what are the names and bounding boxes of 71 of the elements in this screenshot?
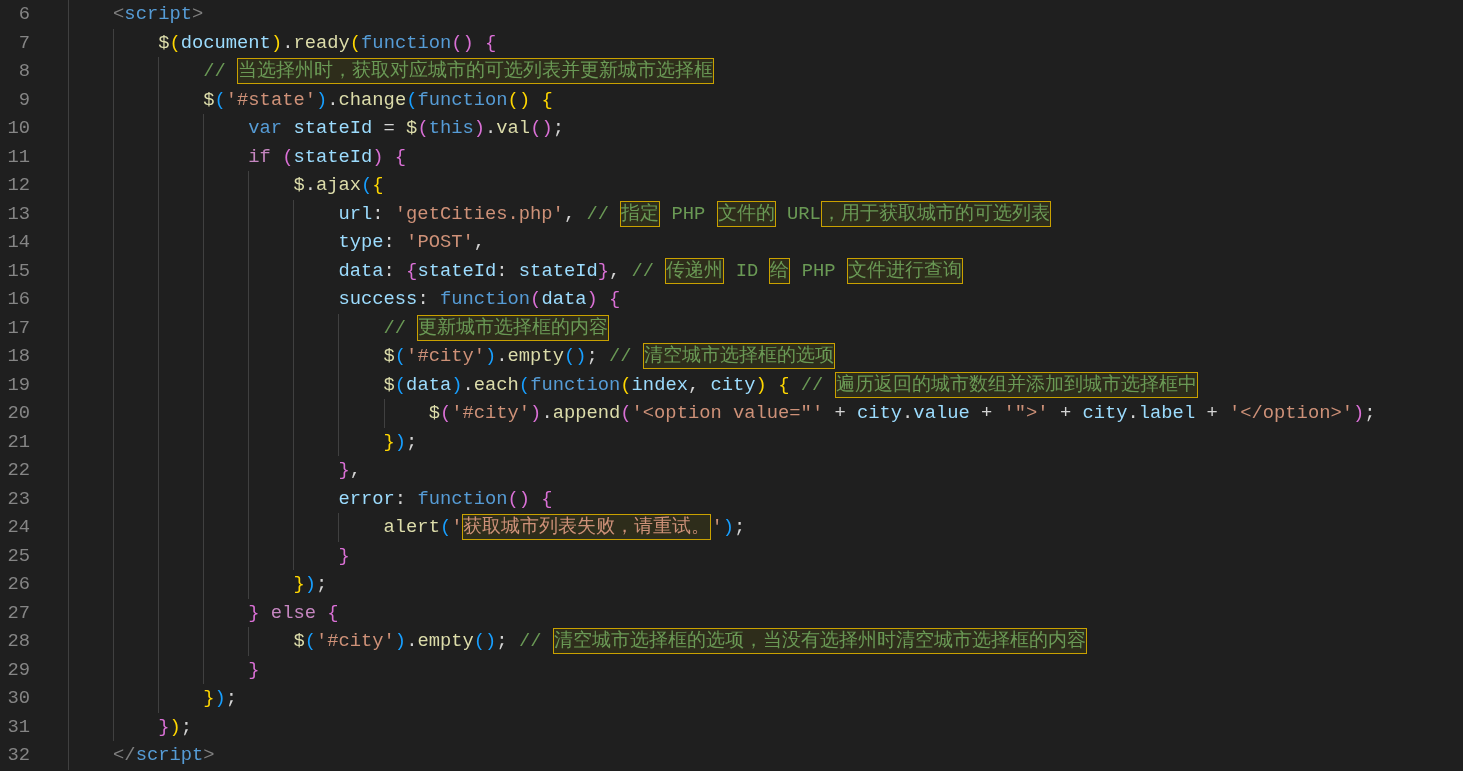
code-text: '); [711,515,746,541]
highlighted-comment: 遍历返回的城市数组并添加到城市选择框中 [834,371,1198,398]
line-number: 10 [6,116,30,142]
highlighted-string: 获取城市列表失败，请重试。 [462,514,712,541]
code-text: <script> [113,2,204,28]
code-text: ID [734,258,760,284]
line-number: 27 [6,600,30,626]
code-text: type: 'POST', [338,230,485,256]
line-number: 26 [6,572,30,598]
highlighted-comment: 清空城市选择框的选项，当没有选择州时清空城市选择框的内容 [552,628,1087,655]
code-text: var stateId = $(this).val(); [248,116,564,142]
line-number: 17 [6,315,30,341]
line-number: 8 [17,59,30,85]
line-number: 16 [6,287,30,313]
code-text: $(data).each(function(index, city) { // [383,372,825,398]
line-number: 9 [17,87,30,113]
code-text: PHP [800,258,837,284]
line-number: 14 [6,230,30,256]
code-text: error: function() { [338,486,553,512]
line-number: 23 [6,486,30,512]
line-number: 24 [6,515,30,541]
code-text: $('#city').empty(); // [293,629,543,655]
code-text: } else { [248,600,339,626]
line-number: 11 [6,144,30,170]
line-number: 12 [6,173,30,199]
line-number: 28 [6,629,30,655]
code-text: url: 'getCities.php', // [338,201,610,227]
line-number: 25 [6,543,30,569]
code-text: $('#state').change(function() { [203,87,553,113]
code-text: // [203,59,227,85]
code-text: } [248,657,260,683]
code-text: }); [293,572,328,598]
code-text: $(document).ready(function() { [158,30,497,56]
code-text: </script> [113,743,215,769]
line-number: 18 [6,344,30,370]
line-number: 29 [6,657,30,683]
code-text: success: function(data) { [338,287,621,313]
code-text: $('#city').empty(); // [383,344,633,370]
highlighted-comment: ，用于获取城市的可选列表 [820,200,1051,227]
highlighted-comment: 清空城市选择框的选项 [642,343,835,370]
highlighted-comment: 给 [769,257,791,284]
code-text: $('#city').append('<option value="' + city.value + '">' + city.label + '</option>'); [428,401,1376,427]
line-number: 31 [6,714,30,740]
highlighted-comment: 更新城市选择框的内容 [417,314,610,341]
code-text: }); [203,686,238,712]
highlighted-comment: 文件进行查询 [846,257,963,284]
highlighted-comment: 文件的 [716,200,776,227]
line-number: 19 [6,372,30,398]
code-text: alert(' [383,515,463,541]
code-text: } [338,543,350,569]
code-text: if (stateId) { [248,144,407,170]
code-text: }, [338,458,362,484]
line-number: 7 [17,30,30,56]
line-number: 22 [6,458,30,484]
line-number: 6 [17,2,30,28]
line-number: 30 [6,686,30,712]
code-text: }); [383,429,418,455]
line-number: 21 [6,429,30,455]
highlighted-comment: 指定 [620,200,661,227]
line-number: 20 [6,401,30,427]
code-text: PHP [670,201,707,227]
code-text: // [383,315,408,341]
line-number: 13 [6,201,30,227]
line-number: 15 [6,258,30,284]
code-text: data: {stateId: stateId}, // [338,258,656,284]
code-text: URL [785,201,821,227]
highlighted-comment: 当选择州时，获取对应城市的可选列表并更新城市选择框 [237,58,715,85]
code-text: $.ajax({ [293,173,384,199]
highlighted-comment: 传递州 [665,257,725,284]
line-number: 32 [6,743,30,769]
code-text: }); [158,714,192,740]
